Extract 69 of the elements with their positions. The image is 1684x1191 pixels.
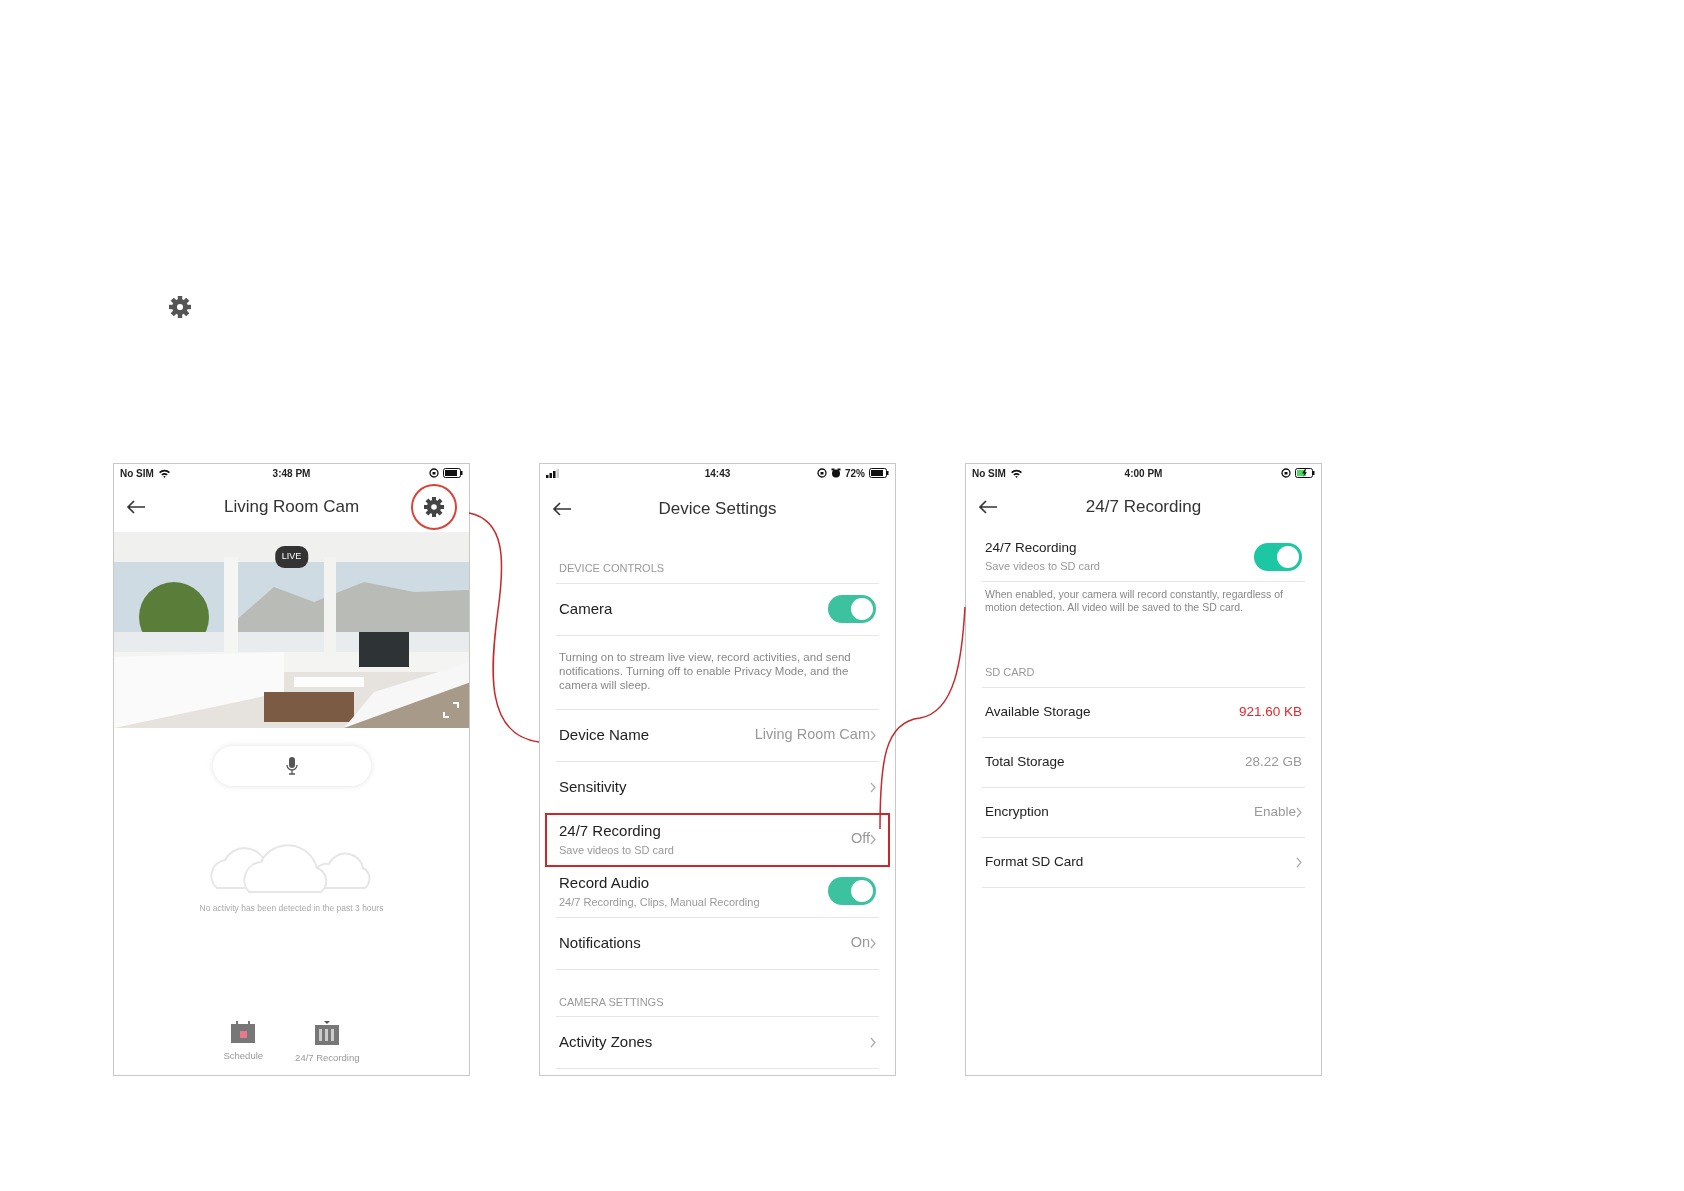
calendar-icon	[230, 1020, 257, 1043]
setting-label: Notifications	[559, 932, 641, 953]
back-button[interactable]	[126, 500, 146, 514]
setting-value: 28.22 GB	[1244, 753, 1302, 772]
clock-text: 3:48 PM	[272, 466, 311, 481]
settings-row[interactable]: Format SD Card	[982, 837, 1305, 888]
setting-value: 921.60 KB	[1238, 703, 1302, 722]
rotation-lock-icon	[1281, 468, 1291, 478]
back-button[interactable]	[552, 502, 572, 516]
screen-title: 24/7 Recording	[1085, 497, 1202, 517]
settings-button[interactable]	[411, 484, 457, 530]
rotation-lock-icon	[429, 468, 439, 478]
settings-icon	[169, 296, 191, 318]
setting-label: Total Storage	[985, 753, 1065, 772]
setting-label: Encryption	[985, 803, 1049, 822]
signal-icon	[546, 468, 560, 478]
setting-label: 24/7 Recording	[559, 820, 662, 841]
settings-row[interactable]: Sensitivity	[556, 761, 879, 814]
settings-row[interactable]: Activity Zones	[556, 1017, 879, 1070]
settings-row[interactable]: Encryption Enable	[982, 787, 1305, 838]
chevron-icon	[870, 1037, 876, 1049]
chevron-icon	[1296, 856, 1302, 868]
section-heading: DEVICE CONTROLS	[556, 536, 879, 584]
expand-icon[interactable]	[443, 702, 459, 718]
screen-title: Device Settings	[658, 499, 777, 519]
chevron-icon	[870, 729, 876, 741]
setting-value: Enable	[1253, 803, 1296, 822]
setting-label: Activity Zones	[559, 1032, 653, 1053]
wifi-icon	[157, 468, 171, 478]
description-text: When enabled, your camera will record constantly, regardless of motion detection. All video will be saved to the SD card.	[984, 587, 1285, 616]
setting-label: Sensitivity	[559, 776, 627, 797]
setting-label: Format SD Card	[985, 853, 1084, 872]
carrier-text: No SIM	[972, 466, 1006, 481]
rotation-lock-icon	[817, 468, 827, 478]
chevron-icon	[870, 781, 876, 793]
section-heading: CAMERA SETTINGS	[556, 969, 879, 1018]
description-text: Turning on to stream live view, record activities, and send notifications. Turning off to enable Privacy Mode, and the camera will sleep.	[556, 635, 879, 710]
gear-icon	[424, 497, 444, 517]
settings-row[interactable]: 24/7 Recording Save videos to SD card Off	[546, 813, 889, 866]
empty-message: No activity has been detected in the past 3 hours	[198, 902, 385, 915]
wifi-icon	[1009, 468, 1023, 478]
chevron-icon	[870, 937, 876, 949]
setting-subtitle: Save videos to SD card	[559, 843, 674, 859]
settings-row[interactable]: Notifications On	[556, 917, 879, 970]
setting-label: Available Storage	[985, 703, 1091, 722]
screen-title: Living Room Cam	[223, 497, 360, 517]
microphone-icon	[285, 757, 298, 775]
settings-row[interactable]: Device Name Living Room Cam	[556, 709, 879, 762]
back-button[interactable]	[978, 500, 998, 514]
clock-text: 14:43	[704, 466, 731, 481]
setting-label: 24/7 Recording	[985, 539, 1078, 558]
setting-label: Camera	[559, 598, 613, 619]
section-heading: SD CARD	[982, 644, 1305, 688]
setting-value: Living Room Cam	[754, 725, 870, 745]
chevron-icon	[870, 833, 876, 845]
setting-subtitle: Save videos to SD card	[985, 559, 1100, 575]
battery-text: 72%	[845, 466, 865, 481]
toggle-switch[interactable]	[828, 595, 876, 623]
chevron-icon	[1296, 806, 1302, 818]
clock-text: 4:00 PM	[1124, 466, 1163, 481]
recorder-icon	[314, 1020, 341, 1045]
setting-value: On	[850, 933, 870, 953]
setting-subtitle: 24/7 Recording, Clips, Manual Recording	[559, 895, 760, 911]
setting-label: Record Audio	[559, 872, 651, 893]
toggle-switch[interactable]	[1254, 542, 1302, 571]
setting-label: Device Name	[559, 724, 650, 745]
toggle-switch[interactable]	[828, 877, 876, 906]
carrier-text: No SIM	[120, 466, 154, 481]
setting-value: Off	[850, 829, 870, 849]
